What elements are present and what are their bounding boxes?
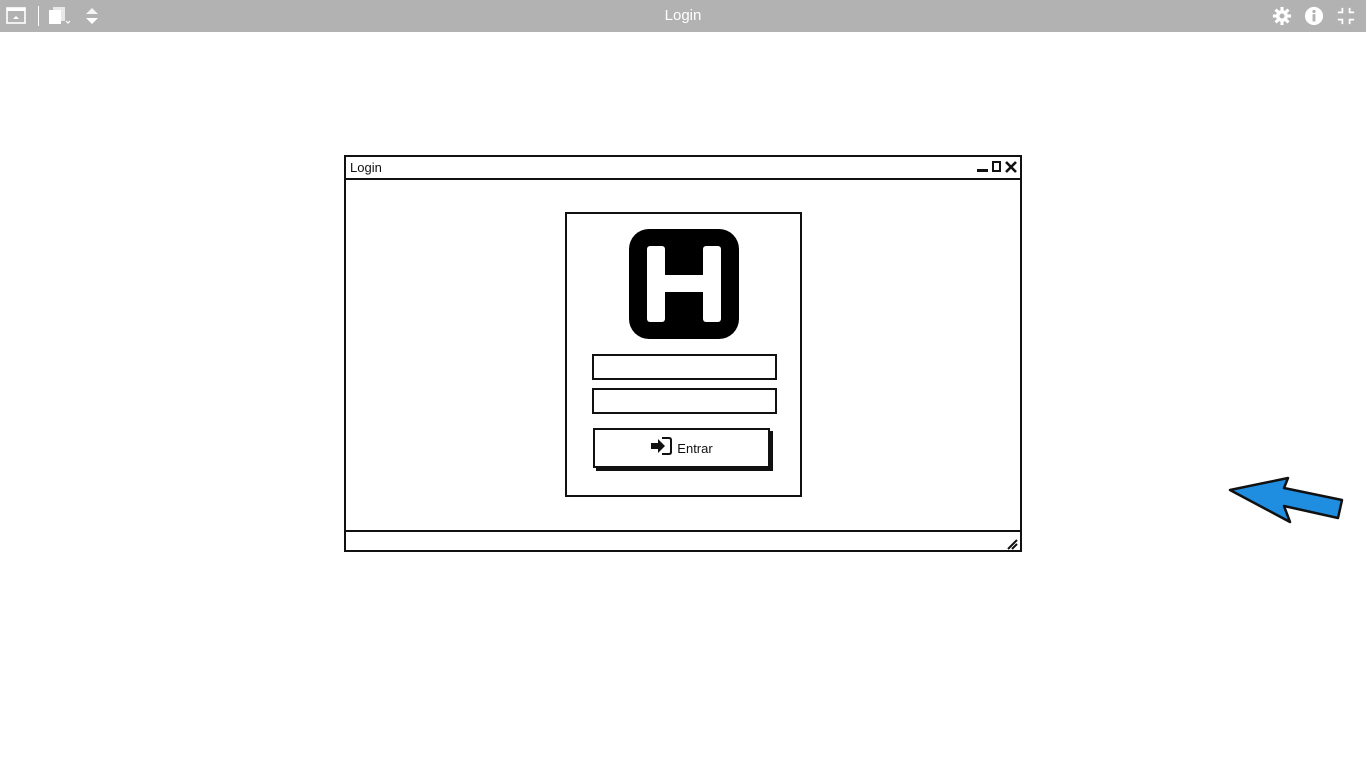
blue-arrow-icon [1226, 474, 1346, 526]
entrar-button-label: Entrar [677, 440, 713, 456]
app-toolbar: Login [0, 0, 1366, 32]
sign-in-icon [650, 436, 673, 461]
login-panel: Entrar [565, 212, 802, 497]
window-statusbar [346, 530, 1020, 550]
login-window: Login Entrar [344, 155, 1022, 552]
maximize-icon[interactable] [990, 160, 1004, 174]
password-field[interactable] [592, 388, 777, 414]
info-icon[interactable] [1303, 6, 1325, 26]
entrar-button[interactable]: Entrar [593, 428, 770, 468]
collapse-icon[interactable] [1335, 6, 1357, 26]
window-title: Login [350, 160, 382, 175]
minimize-icon[interactable] [976, 160, 990, 174]
username-field[interactable] [592, 354, 777, 380]
app-title: Login [664, 7, 702, 24]
hospital-logo-icon [629, 229, 739, 339]
close-icon[interactable] [1004, 160, 1018, 174]
window-titlebar: Login [346, 157, 1020, 180]
resize-grip-icon[interactable] [1006, 537, 1018, 550]
gear-icon[interactable] [1271, 6, 1293, 26]
